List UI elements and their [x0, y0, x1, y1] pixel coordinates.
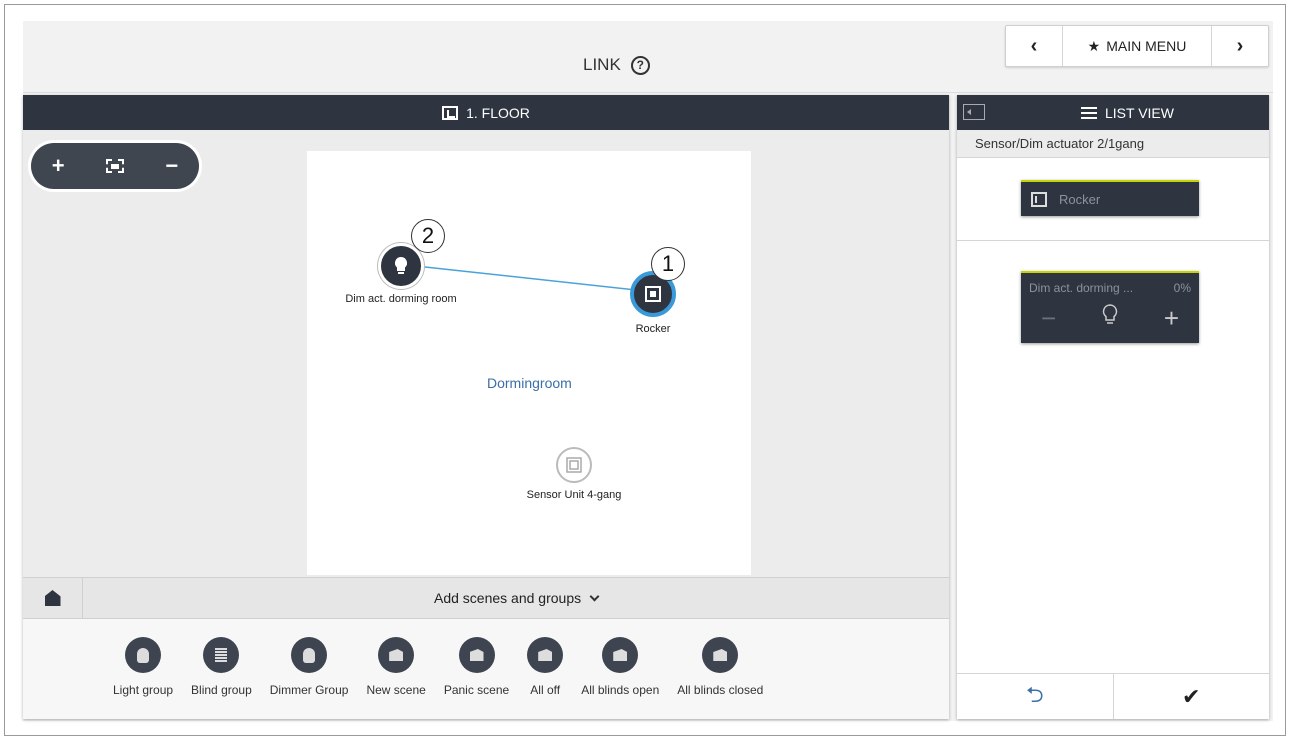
zoom-in-button[interactable]: + — [52, 153, 65, 179]
title-bar: LINK ? ‹ ★ MAIN MENU › — [23, 21, 1273, 93]
page-title: LINK ? — [583, 55, 650, 75]
bulb-icon — [125, 637, 162, 673]
sensor-section: Rocker — [957, 158, 1269, 241]
scene-item-dimmer-group[interactable]: Dimmer Group — [269, 637, 349, 697]
list-panel: LIST VIEW Sensor/Dim actuator 2/1gang Ro… — [957, 95, 1269, 719]
blind-icon — [203, 637, 240, 673]
device-sensor-unit[interactable]: Sensor Unit 4-gang — [509, 447, 639, 501]
rocker-card[interactable]: Rocker — [1021, 180, 1199, 216]
list-footer: ⮌ ✔ — [957, 673, 1269, 719]
floor-panel: 1. FLOOR + − Dim act. dorming room 2 Roc… — [23, 95, 949, 719]
scene-item-label: Panic scene — [443, 683, 510, 697]
clapper-icon — [458, 637, 495, 673]
house-icon — [44, 590, 61, 606]
scene-items: Light group Blind group Dimmer Group New… — [23, 619, 949, 719]
dim-plus-button[interactable]: + — [1164, 303, 1179, 334]
app: LINK ? ‹ ★ MAIN MENU › 1. FLOOR + − Dim … — [23, 21, 1273, 721]
page-title-text: LINK — [583, 55, 621, 74]
list-icon — [1081, 106, 1097, 119]
device-label: Dim act. dorming room — [345, 293, 457, 305]
next-button[interactable]: › — [1212, 26, 1268, 66]
chevron-down-icon — [589, 591, 600, 602]
device-label: Rocker — [635, 323, 671, 335]
back-button[interactable]: ⮌ — [957, 674, 1113, 719]
clapper-icon — [378, 637, 415, 673]
nav-buttons: ‹ ★ MAIN MENU › — [1005, 25, 1269, 67]
scene-item-panic-scene[interactable]: Panic scene — [444, 637, 509, 697]
scene-item-light-group[interactable]: Light group — [113, 637, 173, 697]
clapper-icon — [527, 637, 564, 673]
main-menu-button[interactable]: ★ MAIN MENU — [1062, 26, 1212, 66]
list-title-text: LIST VIEW — [1105, 104, 1174, 121]
bulb-icon — [291, 637, 328, 673]
floor-plan: Dim act. dorming room 2 Rocker 1 Dorming… — [307, 151, 751, 575]
window-frame: LINK ? ‹ ★ MAIN MENU › 1. FLOOR + − Dim … — [4, 4, 1286, 736]
scene-item-new-scene[interactable]: New scene — [366, 637, 426, 697]
link-line — [424, 266, 646, 292]
rocker-label: Rocker — [1059, 191, 1101, 207]
clapper-icon — [602, 637, 639, 673]
clapper-icon — [702, 637, 739, 673]
home-button[interactable] — [23, 578, 83, 618]
rocker-icon — [1031, 191, 1047, 207]
add-scenes-label: Add scenes and groups — [434, 590, 582, 606]
scene-item-label: Dimmer Group — [269, 683, 349, 697]
scene-item-label: All off — [530, 683, 561, 697]
callout-1: 1 — [651, 247, 685, 281]
floorplan-icon — [442, 105, 459, 120]
bulb-icon — [1101, 303, 1119, 334]
scene-item-label: All blinds open — [581, 683, 660, 697]
device-title: Sensor/Dim actuator 2/1gang — [957, 130, 1269, 158]
zoom-fit-icon[interactable] — [105, 159, 124, 173]
list-header: LIST VIEW — [957, 95, 1269, 130]
dim-controls: − + — [1029, 303, 1191, 334]
zoom-out-button[interactable]: − — [165, 153, 178, 179]
scene-item-label: Light group — [113, 683, 174, 697]
list-title: LIST VIEW — [1081, 105, 1174, 121]
scenes-bar: Add scenes and groups — [23, 577, 949, 619]
sensor-icon — [556, 447, 592, 483]
collapse-panel-icon[interactable] — [963, 104, 985, 120]
scene-item-all-blinds-closed[interactable]: All blinds closed — [677, 637, 763, 697]
dim-name: Dim act. dorming ... — [1029, 281, 1134, 295]
scene-item-label: Blind group — [191, 683, 252, 697]
star-icon: ★ — [1087, 37, 1101, 54]
floor-header: 1. FLOOR — [23, 95, 949, 130]
floor-title: 1. FLOOR — [466, 104, 530, 121]
help-icon[interactable]: ? — [630, 55, 650, 75]
callout-2: 2 — [411, 219, 445, 253]
dim-minus-button[interactable]: − — [1041, 303, 1056, 334]
scenes-area: Add scenes and groups Light group Blind … — [23, 577, 949, 719]
scene-item-all-off[interactable]: All off — [527, 637, 564, 697]
scene-item-all-blinds-open[interactable]: All blinds open — [581, 637, 659, 697]
device-rocker[interactable]: Rocker — [613, 271, 693, 335]
scene-item-label: New scene — [366, 683, 426, 697]
room-label: Dormingroom — [487, 375, 572, 391]
confirm-button[interactable]: ✔ — [1112, 674, 1270, 719]
device-label: Sensor Unit 4-gang — [526, 489, 622, 501]
main-menu-label: MAIN MENU — [1106, 38, 1187, 54]
scene-item-blind-group[interactable]: Blind group — [191, 637, 252, 697]
device-dim-actuator[interactable]: Dim act. dorming room — [331, 243, 471, 305]
add-scenes-toggle[interactable]: Add scenes and groups — [83, 590, 949, 606]
dim-percent: 0% — [1173, 281, 1191, 295]
prev-button[interactable]: ‹ — [1006, 26, 1062, 66]
dim-actuator-card[interactable]: Dim act. dorming ... 0% − + — [1021, 271, 1199, 343]
bulb-icon — [378, 243, 424, 289]
scene-item-label: All blinds closed — [677, 683, 764, 697]
dim-card-header: Dim act. dorming ... 0% — [1029, 281, 1191, 295]
zoom-control: + − — [31, 143, 199, 189]
